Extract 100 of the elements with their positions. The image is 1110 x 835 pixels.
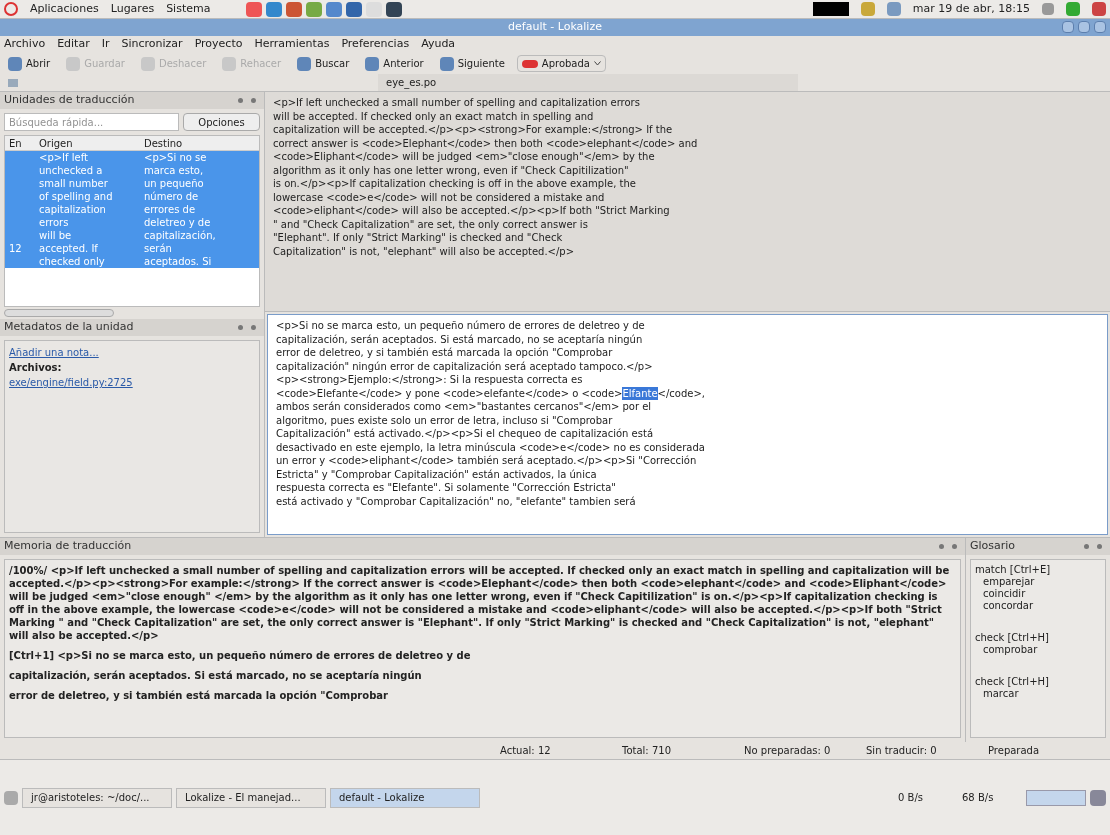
- memory-entry[interactable]: capitalización, serán aceptados. Si está marcado, no se aceptaría ningún: [9, 669, 956, 682]
- text-line: <code>Elefante</code> y pone <code>elefante</code> o <code>: [276, 386, 623, 400]
- column-header[interactable]: Origen: [35, 136, 140, 150]
- column-header[interactable]: Destino: [140, 136, 245, 150]
- cell-text: aceptados. Si: [144, 255, 213, 268]
- panel-menu[interactable]: Aplicaciones: [30, 0, 99, 18]
- cell-text: checked only: [39, 255, 106, 268]
- cell-text: <p>Si no se: [144, 151, 208, 164]
- taskbar-button[interactable]: Lokalize - El manejad...: [176, 787, 326, 808]
- caret-icon: [594, 61, 601, 66]
- status-text: Sin traducir: 0: [866, 744, 938, 758]
- clock[interactable]: mar 19 de abr, 18:15: [912, 0, 1030, 18]
- cell-text: unchecked a: [39, 164, 104, 177]
- status-text: Preparada: [988, 744, 1041, 758]
- app-menu-icon[interactable]: [4, 2, 18, 16]
- file-tab[interactable]: eye_es.po: [378, 74, 798, 91]
- text-line: un error y <code>eliphant</code> también será aceptado.</p><p>Si "Corrección: [276, 454, 698, 468]
- add-note-link[interactable]: Añadir una nota...: [9, 345, 255, 360]
- text-line: <p><strong>Ejemplo:</strong>: Si la respuesta correcta es: [276, 373, 584, 387]
- menu-item[interactable]: Ir: [101, 36, 110, 53]
- toolbar-button[interactable]: Buscar: [293, 56, 354, 71]
- dock-title: Unidades de traducción: [4, 92, 135, 109]
- text-line: </code>,: [657, 386, 706, 400]
- memory-entry[interactable]: error de deletreo, y si también está marcada la opción "Comprobar: [9, 689, 956, 702]
- file-link[interactable]: exe/engine/field.py:2725: [9, 375, 255, 390]
- status-text: Actual: 12: [500, 744, 552, 758]
- toolbar-button[interactable]: Siguiente: [435, 56, 509, 71]
- text-line: algoritmo, pues existe solo un error de letra, incluso si "Comprobar: [276, 413, 614, 427]
- net-download: 0 B/s: [898, 791, 924, 805]
- cell-text: capitalización,: [144, 229, 217, 242]
- row-number: 12: [8, 242, 23, 255]
- cell-text: capitalization: [39, 203, 107, 216]
- menu-item[interactable]: Editar: [57, 36, 90, 53]
- toolbar-button[interactable]: Abrir: [4, 56, 55, 71]
- text-line: <p>Si no se marca esto, un pequeño número de errores de deletreo y de: [276, 319, 646, 333]
- glossary-term[interactable]: match [Ctrl+E]: [975, 564, 1101, 576]
- text-line: capitalización, serán aceptados. Si está marcado, no se aceptaría ningún: [276, 332, 644, 346]
- status-text: No preparadas: 0: [744, 744, 832, 758]
- glossary-translation[interactable]: comprobar: [975, 644, 1101, 656]
- text-line: error de deletreo, y si también está marcada la opción "Comprobar: [276, 346, 614, 360]
- text-line: respuesta correcta es "Elefante". Si solamente "Corrección Estricta": [276, 481, 617, 495]
- window-control-icon[interactable]: [1078, 21, 1090, 33]
- text-line: will be accepted. If checked only an exact match in spelling and: [273, 109, 595, 123]
- workspace-icon[interactable]: [1026, 789, 1086, 806]
- search-field[interactable]: Búsqueda rápida...: [4, 113, 179, 131]
- translation-editor[interactable]: [267, 314, 1108, 535]
- toolbar-button[interactable]: Anterior: [361, 56, 428, 71]
- dock-title: Memoria de traducción: [4, 538, 132, 555]
- selected-text: Elfante: [622, 386, 658, 400]
- approved-button[interactable]: Aprobada: [516, 55, 606, 72]
- memory-entry[interactable]: /100%/ <p>If left unchecked a small number of spelling and capitalization errors will be accepted. If checked only an exact match in spelling and capitalization will be accepted.</p><p><strong>For example:</strong> If the correct answer is <code>Elephant</code> then both <code>elephant</code> and <code>Eliphant</code> will be judged <em>"close enough" </em> by the algorithm as it only has one letter wrong, even if "Check Capitilization" is on.</p><p>If capitalization checking is off in the above example, the lowercase <code>e</code> will not be considered a mistake and <code>eliphant</code> will also be accepted.</p><p>If both "Strict Marking " and "Check Capitalization" are set, the only correct answer is "Elephant". If only "Strict Marking" is checked and "Check Capitalization" is not, "elephant" will also be accepted.</p>: [9, 564, 956, 642]
- launcher-icon[interactable]: [386, 1, 403, 17]
- text-line: capitalization will be accepted.</p><p><strong>For example:</strong> If the: [273, 123, 674, 137]
- cell-text: número de: [144, 190, 200, 203]
- panel-menu[interactable]: Sistema: [166, 0, 211, 18]
- glossary-translation[interactable]: concordar: [975, 600, 1101, 612]
- menu-item[interactable]: Ayuda: [421, 36, 456, 53]
- document-icon: [8, 78, 18, 87]
- cell-text: un pequeño: [144, 177, 205, 190]
- taskbar-button[interactable]: default - Lokalize: [330, 787, 480, 808]
- text-line: desactivado en este ejemplo, la letra minúscula <code>e</code> no es considerada: [276, 440, 706, 454]
- tray-icon: [812, 2, 849, 16]
- window-title: default - Lokalize: [508, 19, 602, 36]
- window-control-icon[interactable]: [1062, 21, 1074, 33]
- glossary-translation[interactable]: marcar: [975, 688, 1101, 700]
- scrollbar-thumb[interactable]: [4, 309, 114, 317]
- menu-item[interactable]: Preferencias: [341, 36, 410, 53]
- cell-text: small number: [39, 177, 109, 190]
- cell-text: errores de: [144, 203, 197, 216]
- column-header[interactable]: En: [5, 136, 35, 150]
- glossary-translation[interactable]: emparejar: [975, 576, 1101, 588]
- net-upload: 68 B/s: [962, 791, 995, 805]
- cell-text: serán: [144, 242, 173, 255]
- menu-item[interactable]: Archivo: [4, 36, 46, 53]
- text-line: correct answer is <code>Elephant</code> then both <code>elephant</code> and: [273, 136, 699, 150]
- menu-item[interactable]: Herramientas: [254, 36, 330, 53]
- text-line: <p>If left unchecked a small number of spelling and capitalization errors: [273, 96, 641, 110]
- menu-item[interactable]: Proyecto: [194, 36, 243, 53]
- glossary-term[interactable]: check [Ctrl+H]: [975, 676, 1101, 688]
- text-line: Capitalization" is not, "elephant" will also be accepted.</p>: [273, 244, 576, 258]
- panel-menu[interactable]: Lugares: [110, 0, 155, 18]
- memory-entry[interactable]: [Ctrl+1] <p>Si no se marca esto, un pequeño número de errores de deletreo y de: [9, 649, 956, 662]
- launcher-icon[interactable]: [286, 1, 303, 17]
- menu-item[interactable]: Sincronizar: [121, 36, 183, 53]
- glossary-translation[interactable]: coincidir: [975, 588, 1101, 600]
- cell-text: accepted. If: [39, 242, 99, 255]
- glossary-term[interactable]: check [Ctrl+H]: [975, 632, 1101, 644]
- taskbar-button[interactable]: jr@aristoteles: ~/doc/...: [22, 787, 172, 808]
- options-button[interactable]: Opciones: [183, 113, 260, 131]
- desktop-icon[interactable]: [4, 790, 18, 805]
- tray-icon: [1092, 2, 1106, 16]
- text-line: <code>Eliphant</code> will be judged <em>"close enough"</em> by the: [273, 150, 656, 164]
- text-line: Capitalización" está activado.</p><p>Si el chequeo de capitalización está: [276, 427, 654, 441]
- tray-icon: [860, 2, 875, 16]
- launcher-icon[interactable]: [346, 1, 363, 17]
- cell-text: marca esto,: [144, 164, 205, 177]
- unit-row[interactable]: [5, 151, 259, 268]
- dock-title: Metadatos de la unidad: [4, 319, 134, 336]
- window-control-icon[interactable]: [1094, 21, 1106, 33]
- tray-icon: [1066, 2, 1080, 16]
